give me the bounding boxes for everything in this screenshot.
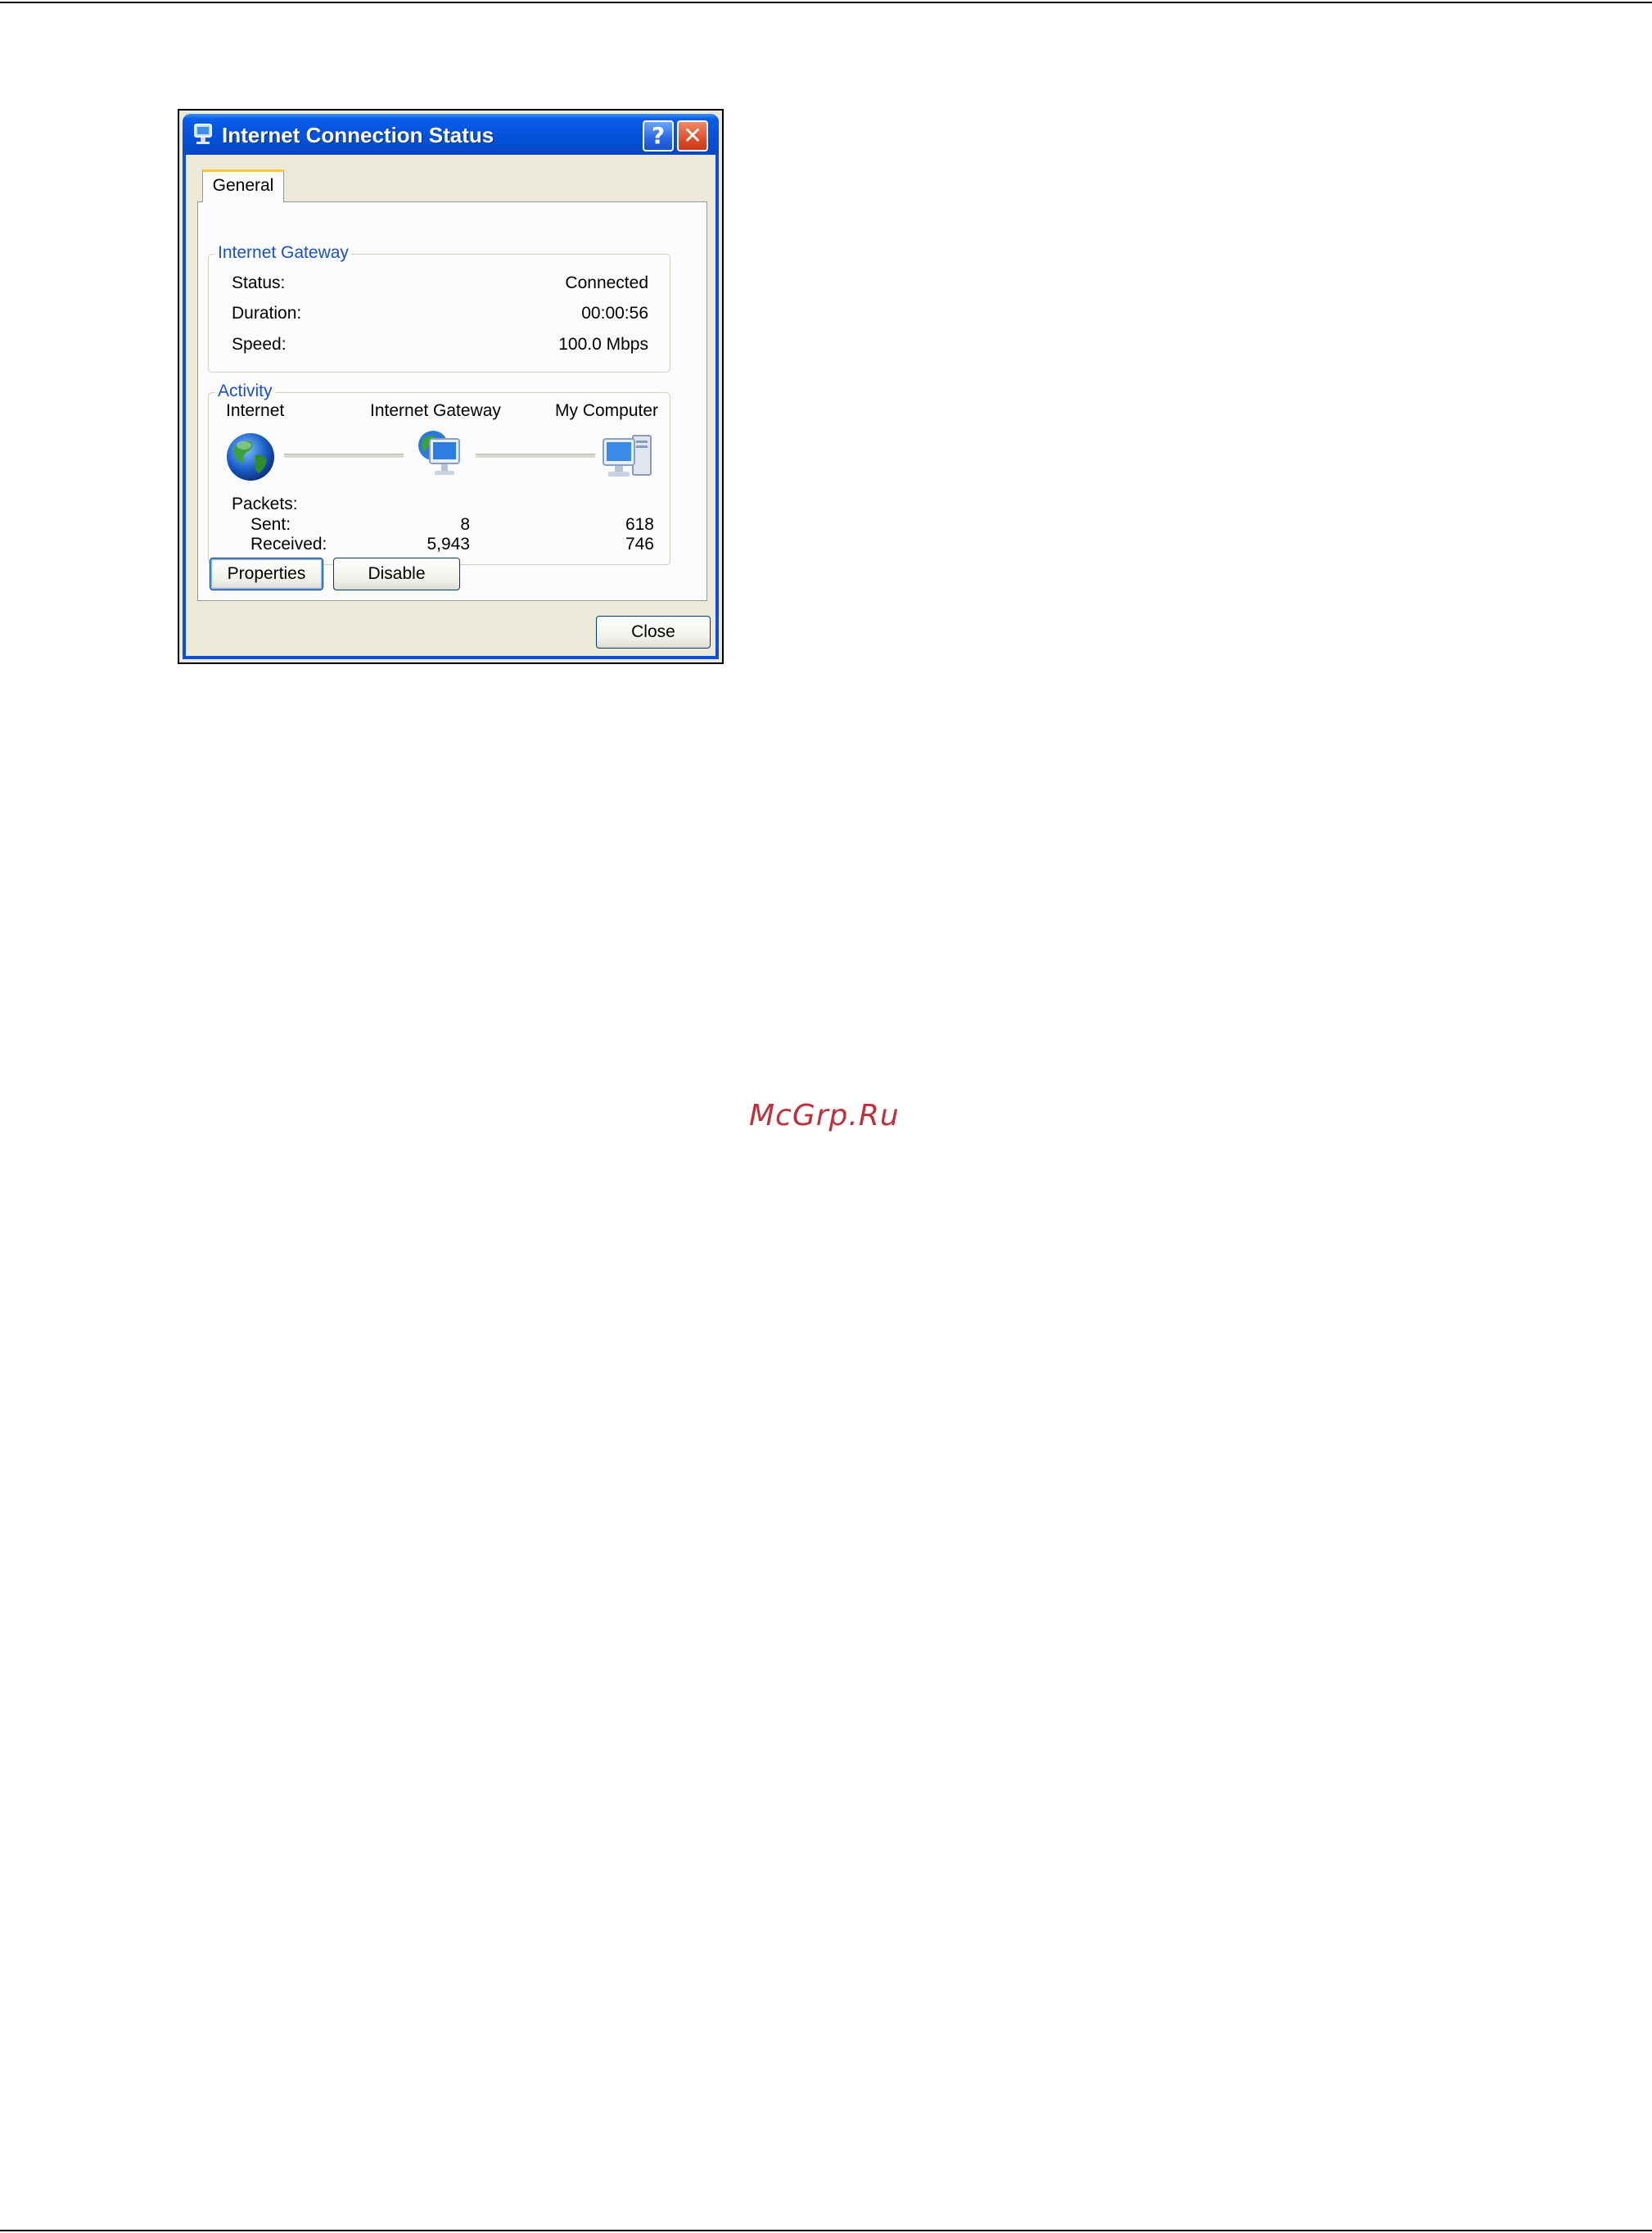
bottom-rule <box>0 2230 1652 2231</box>
connection-line-gateway-computer <box>476 454 595 459</box>
connection-line-internet-gateway <box>284 454 404 459</box>
computer-node-label: My Computer <box>555 401 659 420</box>
received-computer-value: 746 <box>625 535 654 554</box>
received-gateway-value: 5,943 <box>427 535 470 554</box>
close-window-button[interactable]: ✕ <box>677 120 708 151</box>
gateway-node-label: Internet Gateway <box>370 401 501 420</box>
sent-computer-value: 618 <box>625 515 654 534</box>
dialog-window: Internet Connection Status ? ✕ General I… <box>183 114 719 659</box>
network-status-icon <box>194 124 212 144</box>
screenshot-frame: Internet Connection Status ? ✕ General I… <box>178 109 724 664</box>
packets-label: Packets: <box>232 495 298 513</box>
properties-button[interactable]: Properties <box>210 558 323 590</box>
internet-node-label: Internet <box>226 401 285 420</box>
close-icon: ✕ <box>683 122 702 149</box>
title-bar[interactable]: Internet Connection Status ? ✕ <box>183 114 719 155</box>
sent-gateway-value: 8 <box>460 515 470 534</box>
my-computer-icon <box>603 435 652 477</box>
activity-group-label: Activity <box>215 382 275 401</box>
speed-label: Speed: <box>232 335 287 354</box>
internet-gateway-group: Internet Gateway Status: Connected Durat… <box>208 243 670 373</box>
help-button[interactable]: ? <box>643 120 674 151</box>
duration-value: 00:00:56 <box>581 304 648 323</box>
sent-label: Sent: <box>251 515 291 534</box>
close-button[interactable]: Close <box>596 616 711 649</box>
duration-label: Duration: <box>232 304 302 323</box>
received-label: Received: <box>251 535 327 554</box>
window-title: Internet Connection Status <box>222 123 494 147</box>
speed-value: 100.0 Mbps <box>558 335 648 354</box>
tab-general[interactable]: General <box>202 170 284 202</box>
globe-icon <box>227 433 274 481</box>
internet-gateway-group-label: Internet Gateway <box>215 243 351 263</box>
top-rule <box>0 2 1652 3</box>
disable-button[interactable]: Disable <box>333 558 460 590</box>
watermark: McGrp.Ru <box>749 1099 900 1132</box>
gateway-computer-icon <box>418 431 460 475</box>
status-label: Status: <box>232 273 286 292</box>
help-icon: ? <box>651 122 666 149</box>
activity-group: Activity Internet Internet Gateway My Co… <box>208 382 670 565</box>
status-value: Connected <box>565 273 648 292</box>
